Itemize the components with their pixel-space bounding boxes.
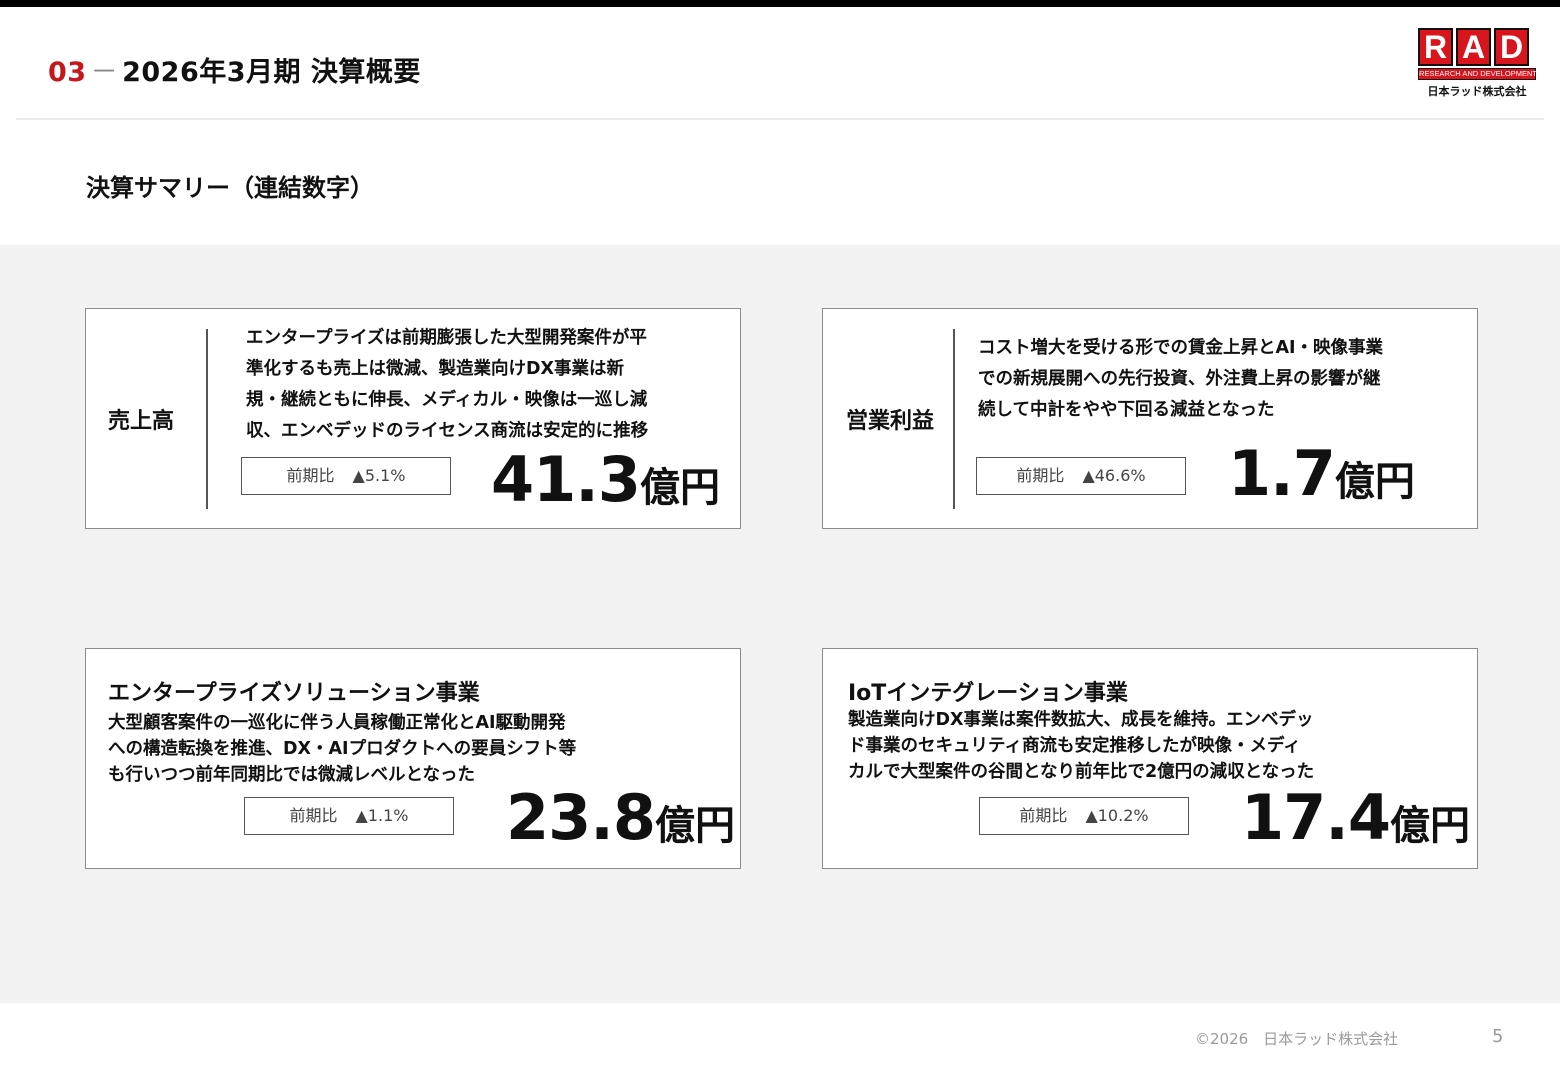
- enterprise-segment-title: エンタープライズソリューション事業: [108, 681, 480, 706]
- logo-tagline: RESEARCH AND DEVELOPMENT: [1418, 68, 1537, 80]
- enterprise-segment-card: エンタープライズソリューション事業 大型顧客案件の一巡化に伴う人員稼働正常化とA…: [85, 648, 741, 869]
- operating-profit-label: 営業利益: [846, 409, 935, 434]
- operating-profit-divider: [953, 329, 955, 509]
- company-logo: R A D RESEARCH AND DEVELOPMENT 日本ラッド株式会社: [1418, 28, 1537, 110]
- logo-letter-r: R: [1418, 28, 1453, 66]
- section-dash: －: [90, 57, 119, 88]
- sales-card: 売上高 エンタープライズは前期膨張した大型開発案件が平 準化するも売上は微減、製…: [85, 308, 741, 529]
- page-title: 03 － 2026年3月期 決算概要: [48, 50, 421, 89]
- header-divider: [16, 118, 1544, 120]
- enterprise-value: 23.8億円: [506, 781, 735, 854]
- iot-segment-description: 製造業向けDX事業は案件数拡大、成長を維持。エンベデッ ド事業のセキュリティ商流…: [848, 710, 1315, 782]
- enterprise-segment-description: 大型顧客案件の一巡化に伴う人員稼働正常化とAI駆動開発 への構造転換を推進、DX…: [108, 713, 577, 785]
- logo-letter-a: A: [1456, 28, 1491, 66]
- iot-segment-title: IoTインテグレーション事業: [848, 681, 1128, 706]
- operating-profit-yoy-badge: 前期比 ▲46.6%: [976, 457, 1186, 495]
- page-number: 5: [1492, 1026, 1504, 1047]
- summary-panel: 売上高 エンタープライズは前期膨張した大型開発案件が平 準化するも売上は微減、製…: [0, 245, 1560, 1003]
- logo-company-name: 日本ラッド株式会社: [1427, 85, 1527, 98]
- section-number: 03: [48, 57, 87, 88]
- sales-divider: [206, 329, 208, 509]
- iot-yoy-badge: 前期比 ▲10.2%: [979, 797, 1189, 835]
- sales-yoy-badge: 前期比 ▲5.1%: [241, 457, 451, 495]
- page-title-text: 2026年3月期 決算概要: [122, 57, 421, 88]
- sales-description: エンタープライズは前期膨張した大型開発案件が平 準化するも売上は微減、製造業向け…: [246, 328, 649, 441]
- operating-profit-description: コスト増大を受ける形での賃金上昇とAI・映像事業 での新規展開への先行投資、外注…: [978, 338, 1384, 420]
- sales-value: 41.3億円: [491, 443, 720, 516]
- iot-segment-card: IoTインテグレーション事業 製造業向けDX事業は案件数拡大、成長を維持。エンベ…: [822, 648, 1478, 869]
- footer-copyright: ©2026 日本ラッド株式会社: [1195, 1030, 1399, 1048]
- sales-label: 売上高: [108, 409, 175, 434]
- top-bar: [0, 0, 1560, 7]
- logo-letter-d: D: [1494, 28, 1529, 66]
- enterprise-yoy-badge: 前期比 ▲1.1%: [244, 797, 454, 835]
- section-title: 決算サマリー（連結数字）: [86, 174, 374, 202]
- operating-profit-value: 1.7億円: [1228, 437, 1415, 510]
- operating-profit-card: 営業利益 コスト増大を受ける形での賃金上昇とAI・映像事業 での新規展開への先行…: [822, 308, 1478, 529]
- iot-value: 17.4億円: [1241, 781, 1470, 854]
